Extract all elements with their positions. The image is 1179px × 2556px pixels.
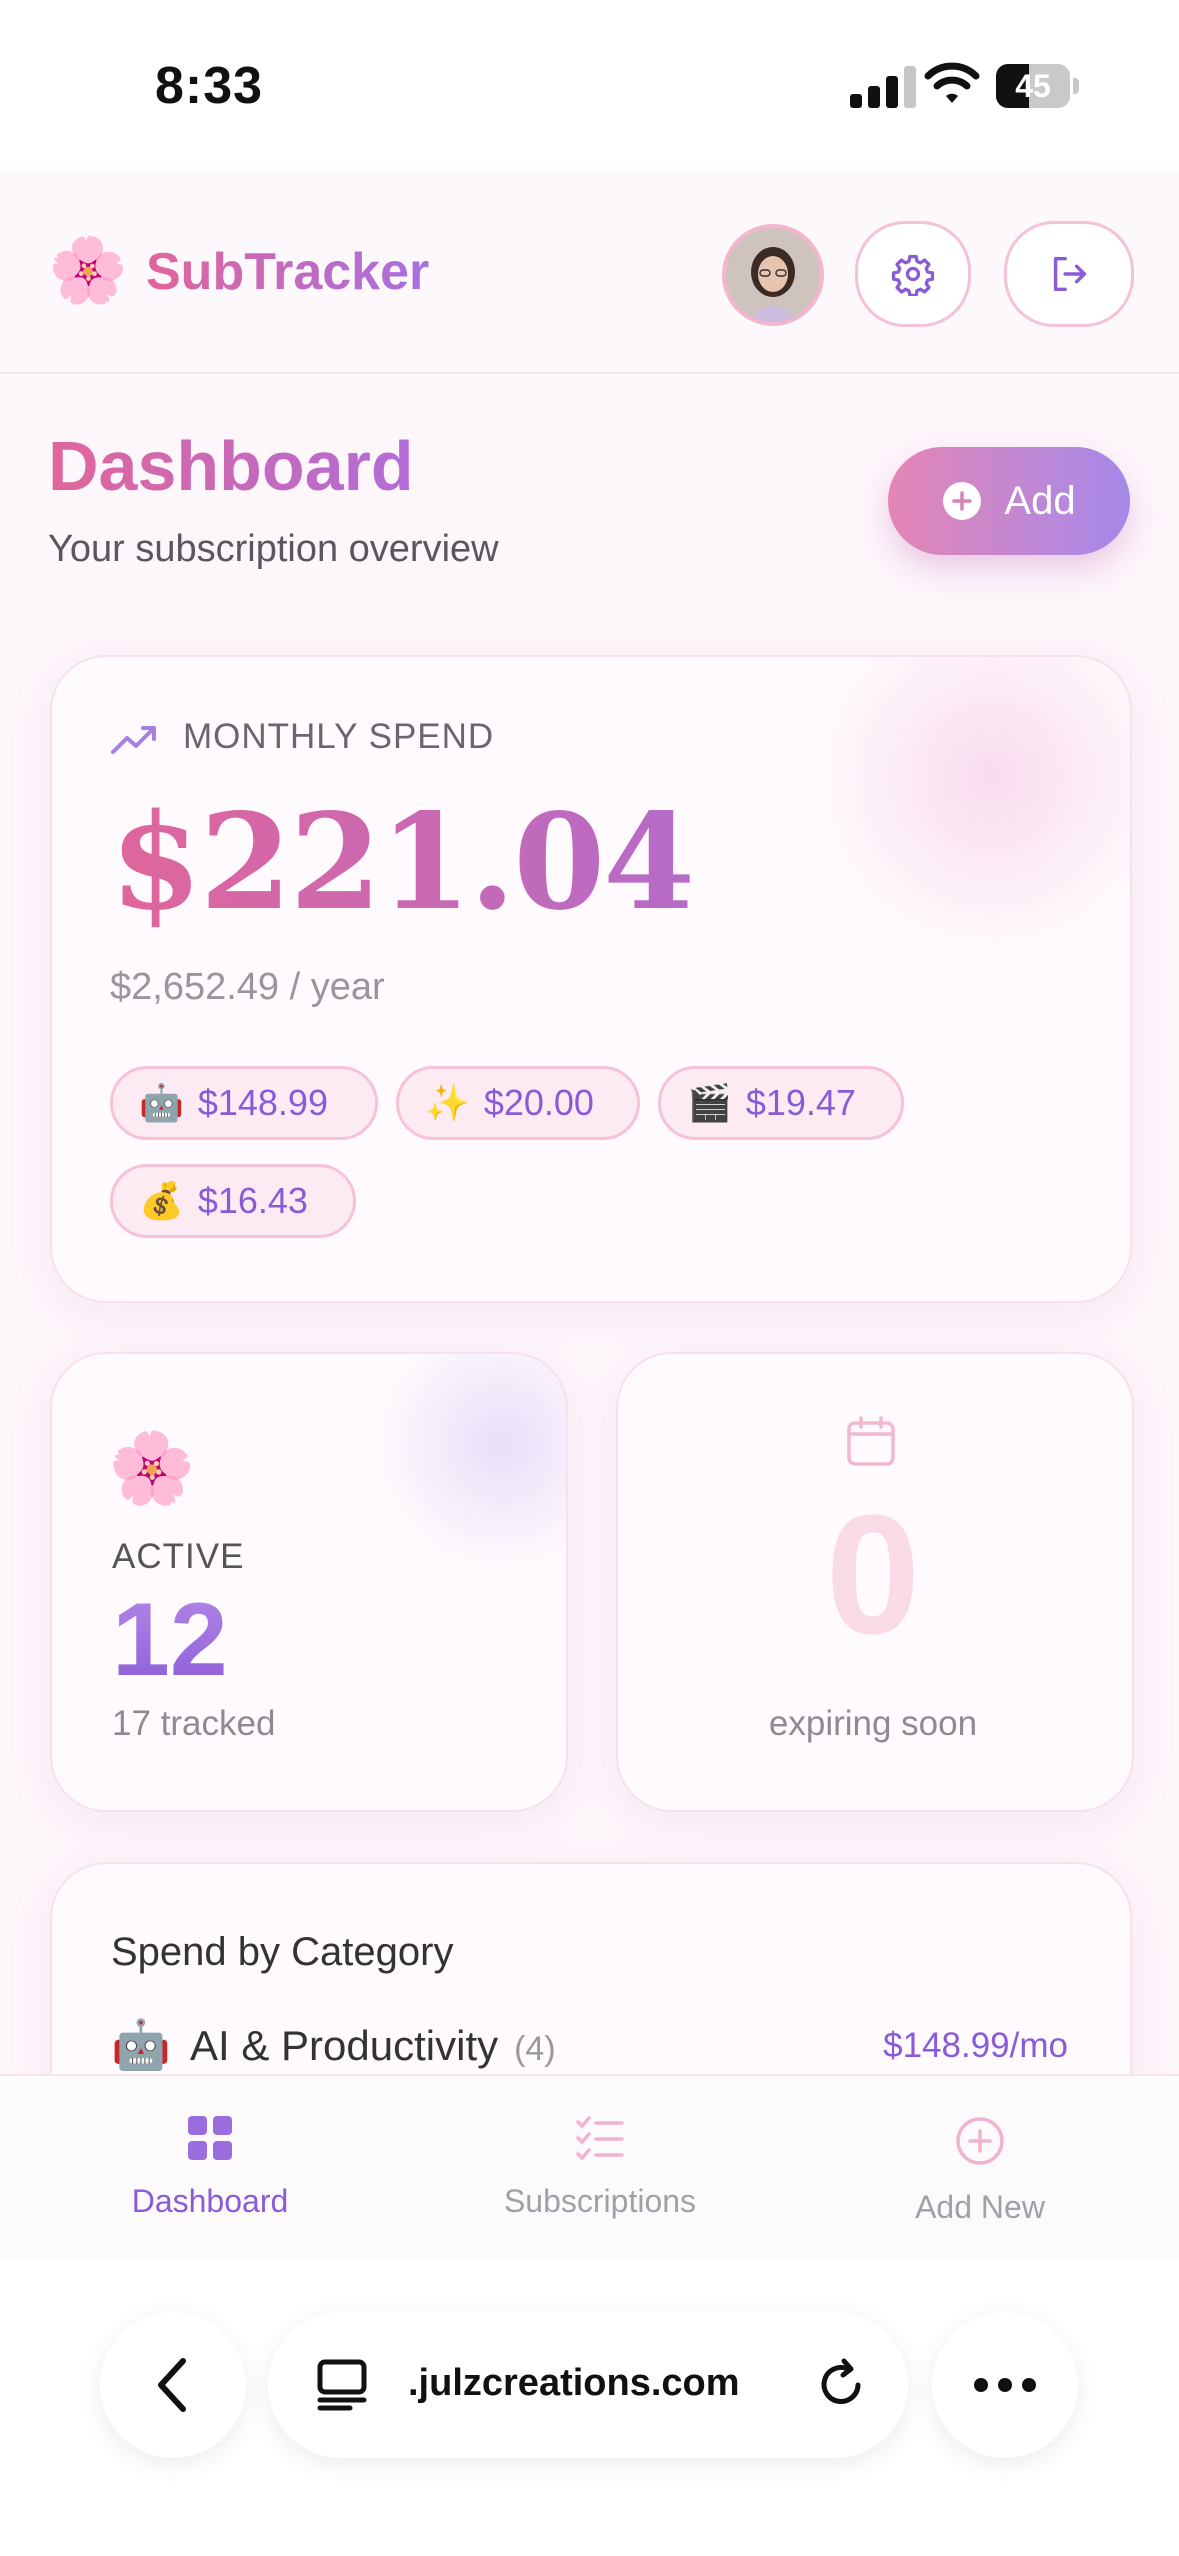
active-label: ACTIVE [112, 1537, 245, 1576]
checklist-icon [576, 2116, 624, 2160]
category-chip[interactable]: 🎬 $19.47 [658, 1066, 904, 1140]
plus-circle-icon [956, 2117, 1004, 2165]
avatar[interactable] [722, 224, 824, 326]
tab-label: Subscriptions [503, 2183, 697, 2219]
tab-subscriptions[interactable]: Subscriptions [450, 2116, 750, 2220]
page-menu-icon[interactable] [316, 2358, 368, 2412]
page-title: Dashboard [48, 427, 414, 505]
back-button[interactable] [100, 2312, 246, 2458]
brand-name[interactable]: SubTracker [146, 242, 429, 302]
expiring-label: expiring soon [768, 1704, 978, 1743]
sparkles-icon: ✨ [425, 1082, 470, 1123]
url-text: .julzcreations.com [408, 2362, 740, 2404]
wifi-icon [924, 62, 980, 103]
monthly-spend-amount: $221.04 [110, 785, 695, 940]
profile-photo-icon [726, 228, 820, 322]
more-options-button[interactable] [932, 2312, 1078, 2458]
more-dots-icon [974, 2378, 1036, 2392]
battery-icon: 45 [996, 64, 1082, 108]
category-count: (4) [514, 2030, 556, 2068]
tab-dashboard[interactable]: Dashboard [60, 2116, 360, 2220]
money-bag-icon: 💰 [139, 1180, 184, 1221]
expiring-count: 0 [825, 1480, 921, 1670]
tab-label: Dashboard [131, 2183, 289, 2219]
category-name: AI & Productivity [190, 2022, 499, 2069]
chip-value: $20.00 [483, 1082, 594, 1123]
battery-percent: 45 [1015, 68, 1051, 104]
app-header: 🌸 SubTracker [0, 172, 1179, 374]
status-time: 8:33 [155, 57, 264, 115]
trending-up-icon [111, 726, 156, 754]
url-bar[interactable]: .julzcreations.com [268, 2312, 908, 2458]
page-subtitle: Your subscription overview [48, 528, 499, 570]
logout-button[interactable] [1004, 221, 1134, 327]
reload-icon[interactable] [814, 2358, 868, 2412]
chevron-left-icon [158, 2358, 186, 2412]
tab-add-new[interactable]: Add New [830, 2116, 1130, 2226]
flower-icon: 🌸 [108, 1429, 196, 1507]
add-button[interactable]: Add [888, 447, 1130, 555]
active-count: 12 [112, 1582, 228, 1698]
category-chip[interactable]: 🤖 $148.99 [110, 1066, 378, 1140]
add-button-label: Add [1004, 478, 1076, 523]
robot-icon: 🤖 [139, 1082, 184, 1123]
gear-icon [891, 254, 935, 296]
browser-toolbar: .julzcreations.com [0, 2260, 1179, 2556]
cellular-signal-icon [850, 66, 916, 108]
status-bar: 8:33 45 [0, 0, 1179, 172]
logout-icon [1053, 256, 1087, 292]
yearly-spend: $2,652.49 / year [110, 966, 385, 1008]
bottom-tab-bar: Dashboard Subscriptions Add New [0, 2074, 1179, 2262]
flower-logo-icon: 🌸 [48, 234, 128, 306]
tracked-count: 17 tracked [112, 1704, 276, 1743]
calendar-icon [847, 1416, 895, 1466]
chip-value: $16.43 [197, 1180, 308, 1221]
chip-value: $148.99 [197, 1082, 328, 1123]
category-row[interactable]: AI & Productivity (4) [190, 2022, 556, 2070]
grid-icon [188, 2116, 232, 2160]
plus-circle-icon [943, 482, 982, 520]
settings-button[interactable] [855, 221, 971, 327]
monthly-spend-label: MONTHLY SPEND [183, 717, 495, 756]
category-amount: $148.99/mo [883, 2026, 1068, 2065]
tab-label: Add New [915, 2189, 1045, 2225]
category-chip[interactable]: 💰 $16.43 [110, 1164, 356, 1238]
clapper-board-icon: 🎬 [687, 1082, 732, 1123]
spend-by-category-title: Spend by Category [111, 1930, 454, 1974]
chip-value: $19.47 [745, 1082, 856, 1123]
category-chip[interactable]: ✨ $20.00 [396, 1066, 640, 1140]
robot-icon: 🤖 [111, 2019, 171, 2072]
